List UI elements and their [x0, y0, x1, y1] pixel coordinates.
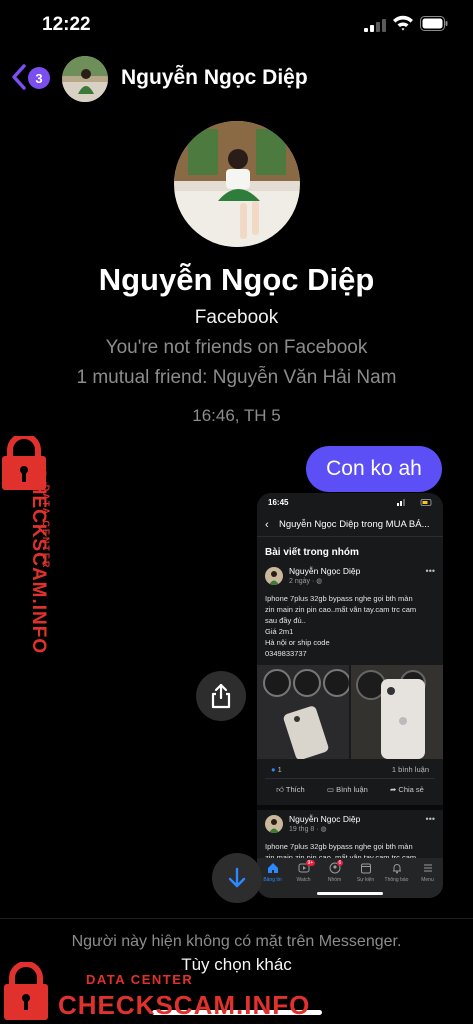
shot-reactions: ● 1 1 bình luận [271, 765, 429, 774]
battery-icon [420, 16, 448, 31]
shot-post2-date: 19 thg 8 · [289, 826, 321, 833]
shot-tab-home: Bảng tin [259, 862, 287, 898]
arrow-down-icon [228, 867, 246, 888]
shot-post-actions: 👍︎ Thích ▭ Bình luận ➦ Chia sẻ [265, 778, 435, 801]
shot-home-indicator [317, 892, 383, 895]
shot-tab-watch: 9+ Watch [296, 860, 316, 883]
share-button[interactable] [196, 671, 246, 721]
phone-photo-2 [351, 665, 443, 759]
watermark-subtitle: DATA CENTER [41, 484, 51, 570]
shot-nav-bar: ‹ Nguyễn Ngọc Diệp trong MUA BÁ... [257, 511, 443, 537]
profile-name: Nguyễn Ngọc Diệp [98, 262, 375, 297]
wifi-icon [393, 15, 413, 31]
bell-icon [392, 864, 401, 874]
shot-post: Nguyễn Ngọc Diệp 2 ngày · ◍ ••• Iphone 7… [257, 562, 443, 805]
watermark-title: CHECKSCAM.INFO [58, 990, 311, 1020]
cellular-signal-icon [364, 19, 386, 32]
shot-post2-author: Nguyễn Ngọc Diệp [289, 814, 361, 824]
more-dots-icon: ••• [425, 814, 435, 824]
message-bubble-sent[interactable]: Con ko ah [306, 446, 442, 492]
profile-platform: Facebook [194, 307, 279, 328]
globe-icon: ◍ [320, 826, 327, 833]
status-time: 12:22 [42, 14, 91, 35]
phone-photo-1 [257, 665, 349, 759]
scroll-to-bottom-button[interactable] [212, 853, 262, 903]
profile-picture[interactable] [174, 121, 300, 247]
shot-status-bar: 16:45 [257, 493, 443, 511]
shot-post-date: 2 ngày · [289, 578, 317, 585]
shot-post-images [257, 665, 443, 759]
comment-icon: ▭ [326, 785, 334, 794]
like-reaction-icon: ● [271, 765, 276, 774]
mutual-friends: 1 mutual friend: Nguyễn Văn Hải Nam [76, 367, 397, 388]
shot-post-text: Iphone 7plus 32gb bypass nghe gọi bth mà… [265, 594, 417, 658]
shot-section-title: Bài viết trong nhóm [265, 547, 359, 558]
shot-status-icons [397, 499, 432, 506]
shot-post-avatar [265, 566, 283, 585]
shot-tab-notifications: Thông báo [383, 862, 411, 898]
unread-count-badge[interactable]: 3 [28, 67, 50, 89]
shot-post-author: Nguyễn Ngọc Diệp [289, 566, 361, 576]
shot-nav-title: Nguyễn Ngọc Diệp trong MUA BÁ... [279, 519, 430, 530]
footer-divider [0, 918, 473, 919]
home-icon [267, 863, 278, 873]
friend-status: You're not friends on Facebook [105, 337, 368, 358]
watermark-subtitle: DATA CENTER [86, 972, 194, 987]
avatar[interactable] [62, 56, 108, 102]
globe-icon: ◍ [316, 578, 323, 585]
message-timestamp: 16:46, TH 5 [192, 406, 281, 425]
shot-back-icon: ‹ [265, 519, 269, 531]
calendar-icon [360, 863, 371, 874]
watermark-lock-icon [4, 962, 48, 1020]
share-arrow-icon: ➦ [390, 785, 397, 794]
more-dots-icon: ••• [425, 566, 435, 576]
share-icon [211, 683, 231, 709]
status-bar: 12:22 [0, 0, 473, 50]
shot-time: 16:45 [268, 498, 289, 507]
shared-image-message[interactable]: 16:45 ‹ Nguyễn Ngọc Diệp trong MUA BÁ...… [257, 493, 443, 898]
unavailable-notice: Người này hiện không có mặt trên Messeng… [71, 933, 402, 950]
contact-name[interactable]: Nguyễn Ngọc Diệp [121, 66, 308, 90]
thumbs-up-icon: 👍︎ [276, 785, 284, 794]
shot-comment-count: 1 bình luận [391, 765, 429, 774]
menu-icon [423, 864, 432, 872]
shot-post2-avatar [265, 814, 283, 833]
shot-tab-menu: Menu [414, 862, 442, 898]
back-chevron-icon[interactable] [8, 62, 30, 92]
more-options-link[interactable]: Tùy chọn khác [0, 955, 473, 975]
